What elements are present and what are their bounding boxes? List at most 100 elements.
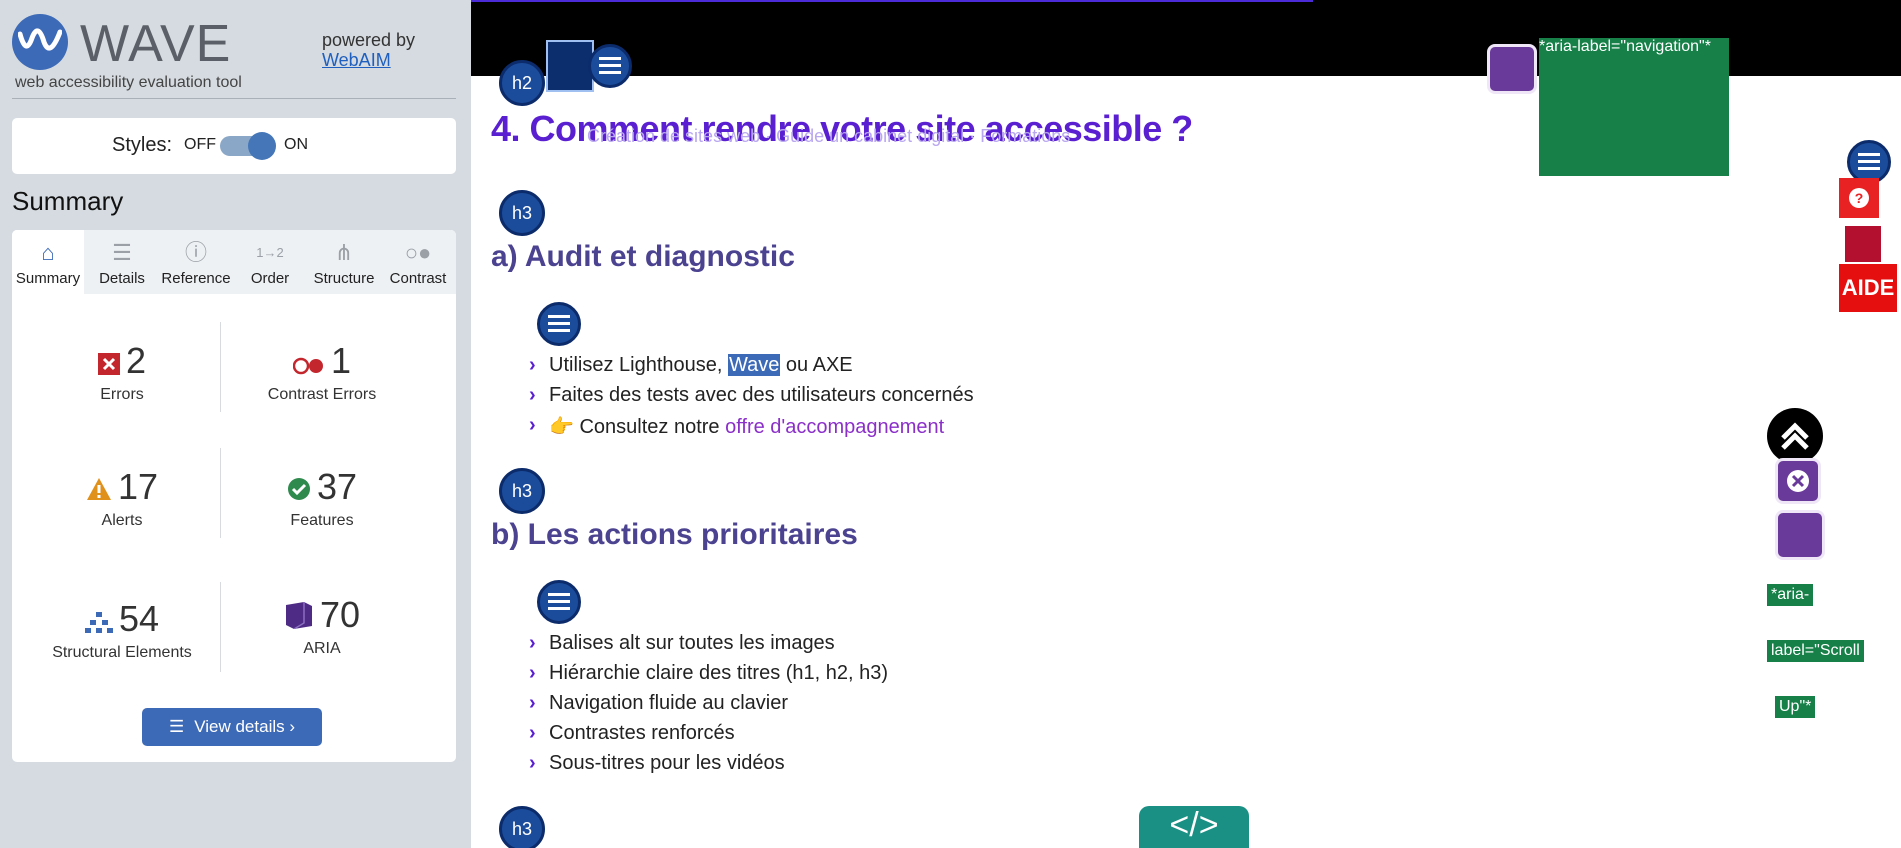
tab-label: Contrast (389, 270, 447, 287)
list-item: › Contrastes renforcés (529, 722, 735, 745)
alerts-count: 17 (117, 466, 159, 507)
contrast-error-icon (292, 342, 325, 384)
h3-marker[interactable]: h3 (499, 468, 545, 514)
tab-label: Summary (15, 270, 81, 287)
powered-by-label: powered by (322, 30, 416, 50)
tab-label: Details (99, 270, 145, 287)
order-icon: 1→2 (256, 245, 284, 260)
tab-order[interactable]: 1→2 Order (234, 230, 306, 294)
summary-title: Summary (12, 186, 124, 216)
tab-label: Reference (161, 270, 231, 287)
features-count: 37 (316, 466, 358, 507)
info-icon: ⓘ (184, 240, 207, 265)
list-item-text: ou AXE (780, 354, 853, 376)
list-icon[interactable] (537, 580, 581, 624)
tab-reference[interactable]: ⓘ Reference (160, 230, 232, 294)
h3-marker[interactable]: h3 (499, 190, 545, 236)
list-item: › Navigation fluide au clavier (529, 692, 789, 715)
stat-aria[interactable]: 70 ARIA (222, 594, 422, 658)
styles-on-label: ON (284, 136, 308, 153)
list-item-text: Hiérarchie claire des titres (h1, h2, h3… (549, 662, 889, 684)
stat-separator (220, 582, 221, 672)
aria-tag-icon[interactable] (1487, 44, 1537, 94)
list-item-text: Contrastes renforcés (549, 722, 735, 744)
styles-label: Styles: (112, 134, 173, 156)
highlighted-text: Wave (727, 354, 781, 376)
aide-button[interactable]: AIDE (1839, 264, 1897, 312)
tab-label: Structure (313, 270, 375, 287)
code-icon: </> (1169, 806, 1219, 844)
stat-structural[interactable]: 54 Structural Elements (22, 598, 222, 662)
stat-separator (220, 448, 221, 538)
alerts-label: Alerts (101, 512, 143, 530)
h3-marker[interactable]: h3 (499, 806, 545, 848)
list-icon: ☰ (112, 240, 132, 265)
wave-sidebar: WAVE web accessibility evaluation tool p… (0, 0, 471, 848)
styles-toggle-box: Styles: OFF ON (12, 118, 456, 174)
aria-scroll-label: Up"* (1775, 696, 1816, 718)
contrast-error-marker[interactable] (1843, 224, 1883, 264)
chevron-right-icon: › (529, 752, 536, 774)
tab-contrast[interactable]: ○● Contrast (382, 230, 454, 294)
aria-label-navigation: *aria-label="navigation"* (1539, 38, 1729, 176)
stat-features[interactable]: 37 Features (222, 466, 422, 530)
tab-label: Order (250, 270, 290, 287)
styles-toggle-knob[interactable] (248, 132, 276, 160)
list-item: › Balises alt sur toutes les images (529, 632, 835, 655)
features-label: Features (290, 512, 354, 530)
alert-close-icon[interactable] (1775, 458, 1821, 504)
chevron-right-icon: › (529, 354, 536, 376)
structural-label: Structural Elements (52, 644, 192, 662)
list-icon: ☰ (168, 717, 185, 736)
list-item-text: Sous-titres pour les vidéos (549, 752, 785, 774)
offer-link[interactable]: offre d'accompagnement (725, 416, 944, 438)
tab-summary[interactable]: ⌂ Summary (12, 230, 84, 294)
stat-alerts[interactable]: 17 Alerts (22, 466, 222, 530)
list-item-text: 👉 Consultez notre (549, 416, 726, 438)
list-icon[interactable] (537, 302, 581, 346)
errors-label: Errors (100, 386, 144, 404)
list-item: › Hiérarchie claire des titres (h1, h2, h… (529, 662, 889, 685)
scroll-up-button[interactable] (1767, 408, 1823, 464)
list-item-text: Faites des tests avec des utilisateurs c… (549, 384, 974, 406)
tab-structure[interactable]: ⋔ Structure (308, 230, 380, 294)
tab-details[interactable]: ☰ Details (86, 230, 158, 294)
hidden-overlay-text: Création de sites web · Guide un cabinet… (587, 126, 1071, 146)
list-item-text: Navigation fluide au clavier (549, 692, 789, 714)
h2-marker[interactable]: h2 (499, 60, 545, 106)
list-icon[interactable] (588, 44, 632, 88)
error-icon (97, 342, 120, 384)
list-item: › 👉 Consultez notre offre d'accompagneme… (529, 414, 944, 439)
errors-count: 2 (125, 340, 147, 381)
code-view-button[interactable]: </> (1139, 806, 1249, 848)
list-item-text: Utilisez Lighthouse, (549, 354, 728, 376)
document-icon (546, 40, 594, 92)
chevron-right-icon: › (529, 384, 536, 406)
structural-count: 54 (118, 598, 160, 639)
wave-logo-text: WAVE (80, 15, 232, 73)
structure-icon (84, 600, 113, 642)
chevron-right-icon: › (529, 414, 536, 436)
chevron-right-icon: › (529, 632, 536, 654)
aria-tag-icon[interactable] (1775, 510, 1825, 560)
stat-errors[interactable]: 2 Errors (22, 340, 222, 404)
wave-logo-icon (12, 14, 68, 70)
structure-icon: ⋔ (334, 240, 354, 265)
view-details-button[interactable]: ☰ View details › (142, 708, 322, 746)
stat-separator (220, 322, 221, 412)
aria-count: 70 (319, 594, 361, 635)
list-item-text: Balises alt sur toutes les images (549, 632, 835, 654)
section-a-title: a) Audit et diagnostic (491, 240, 795, 273)
list-item: › Sous-titres pour les vidéos (529, 752, 785, 775)
summary-panel: ⌂ Summary ☰ Details ⓘ Reference 1→2 Orde… (12, 230, 456, 762)
feature-check-icon (287, 468, 311, 510)
page-preview: h2 *aria-label="navigation"* 4. Comment … (471, 0, 1901, 848)
webaim-link[interactable]: WebAIM (322, 50, 391, 70)
styles-off-label: OFF (184, 136, 216, 153)
aria-icon (284, 596, 314, 638)
chevron-right-icon: › (529, 722, 536, 744)
section-b-title: b) Les actions prioritaires (491, 518, 858, 551)
help-error-icon[interactable]: ? (1839, 178, 1879, 218)
stat-contrast-errors[interactable]: 1 Contrast Errors (222, 340, 422, 404)
wave-tabs: ⌂ Summary ☰ Details ⓘ Reference 1→2 Orde… (12, 230, 456, 294)
